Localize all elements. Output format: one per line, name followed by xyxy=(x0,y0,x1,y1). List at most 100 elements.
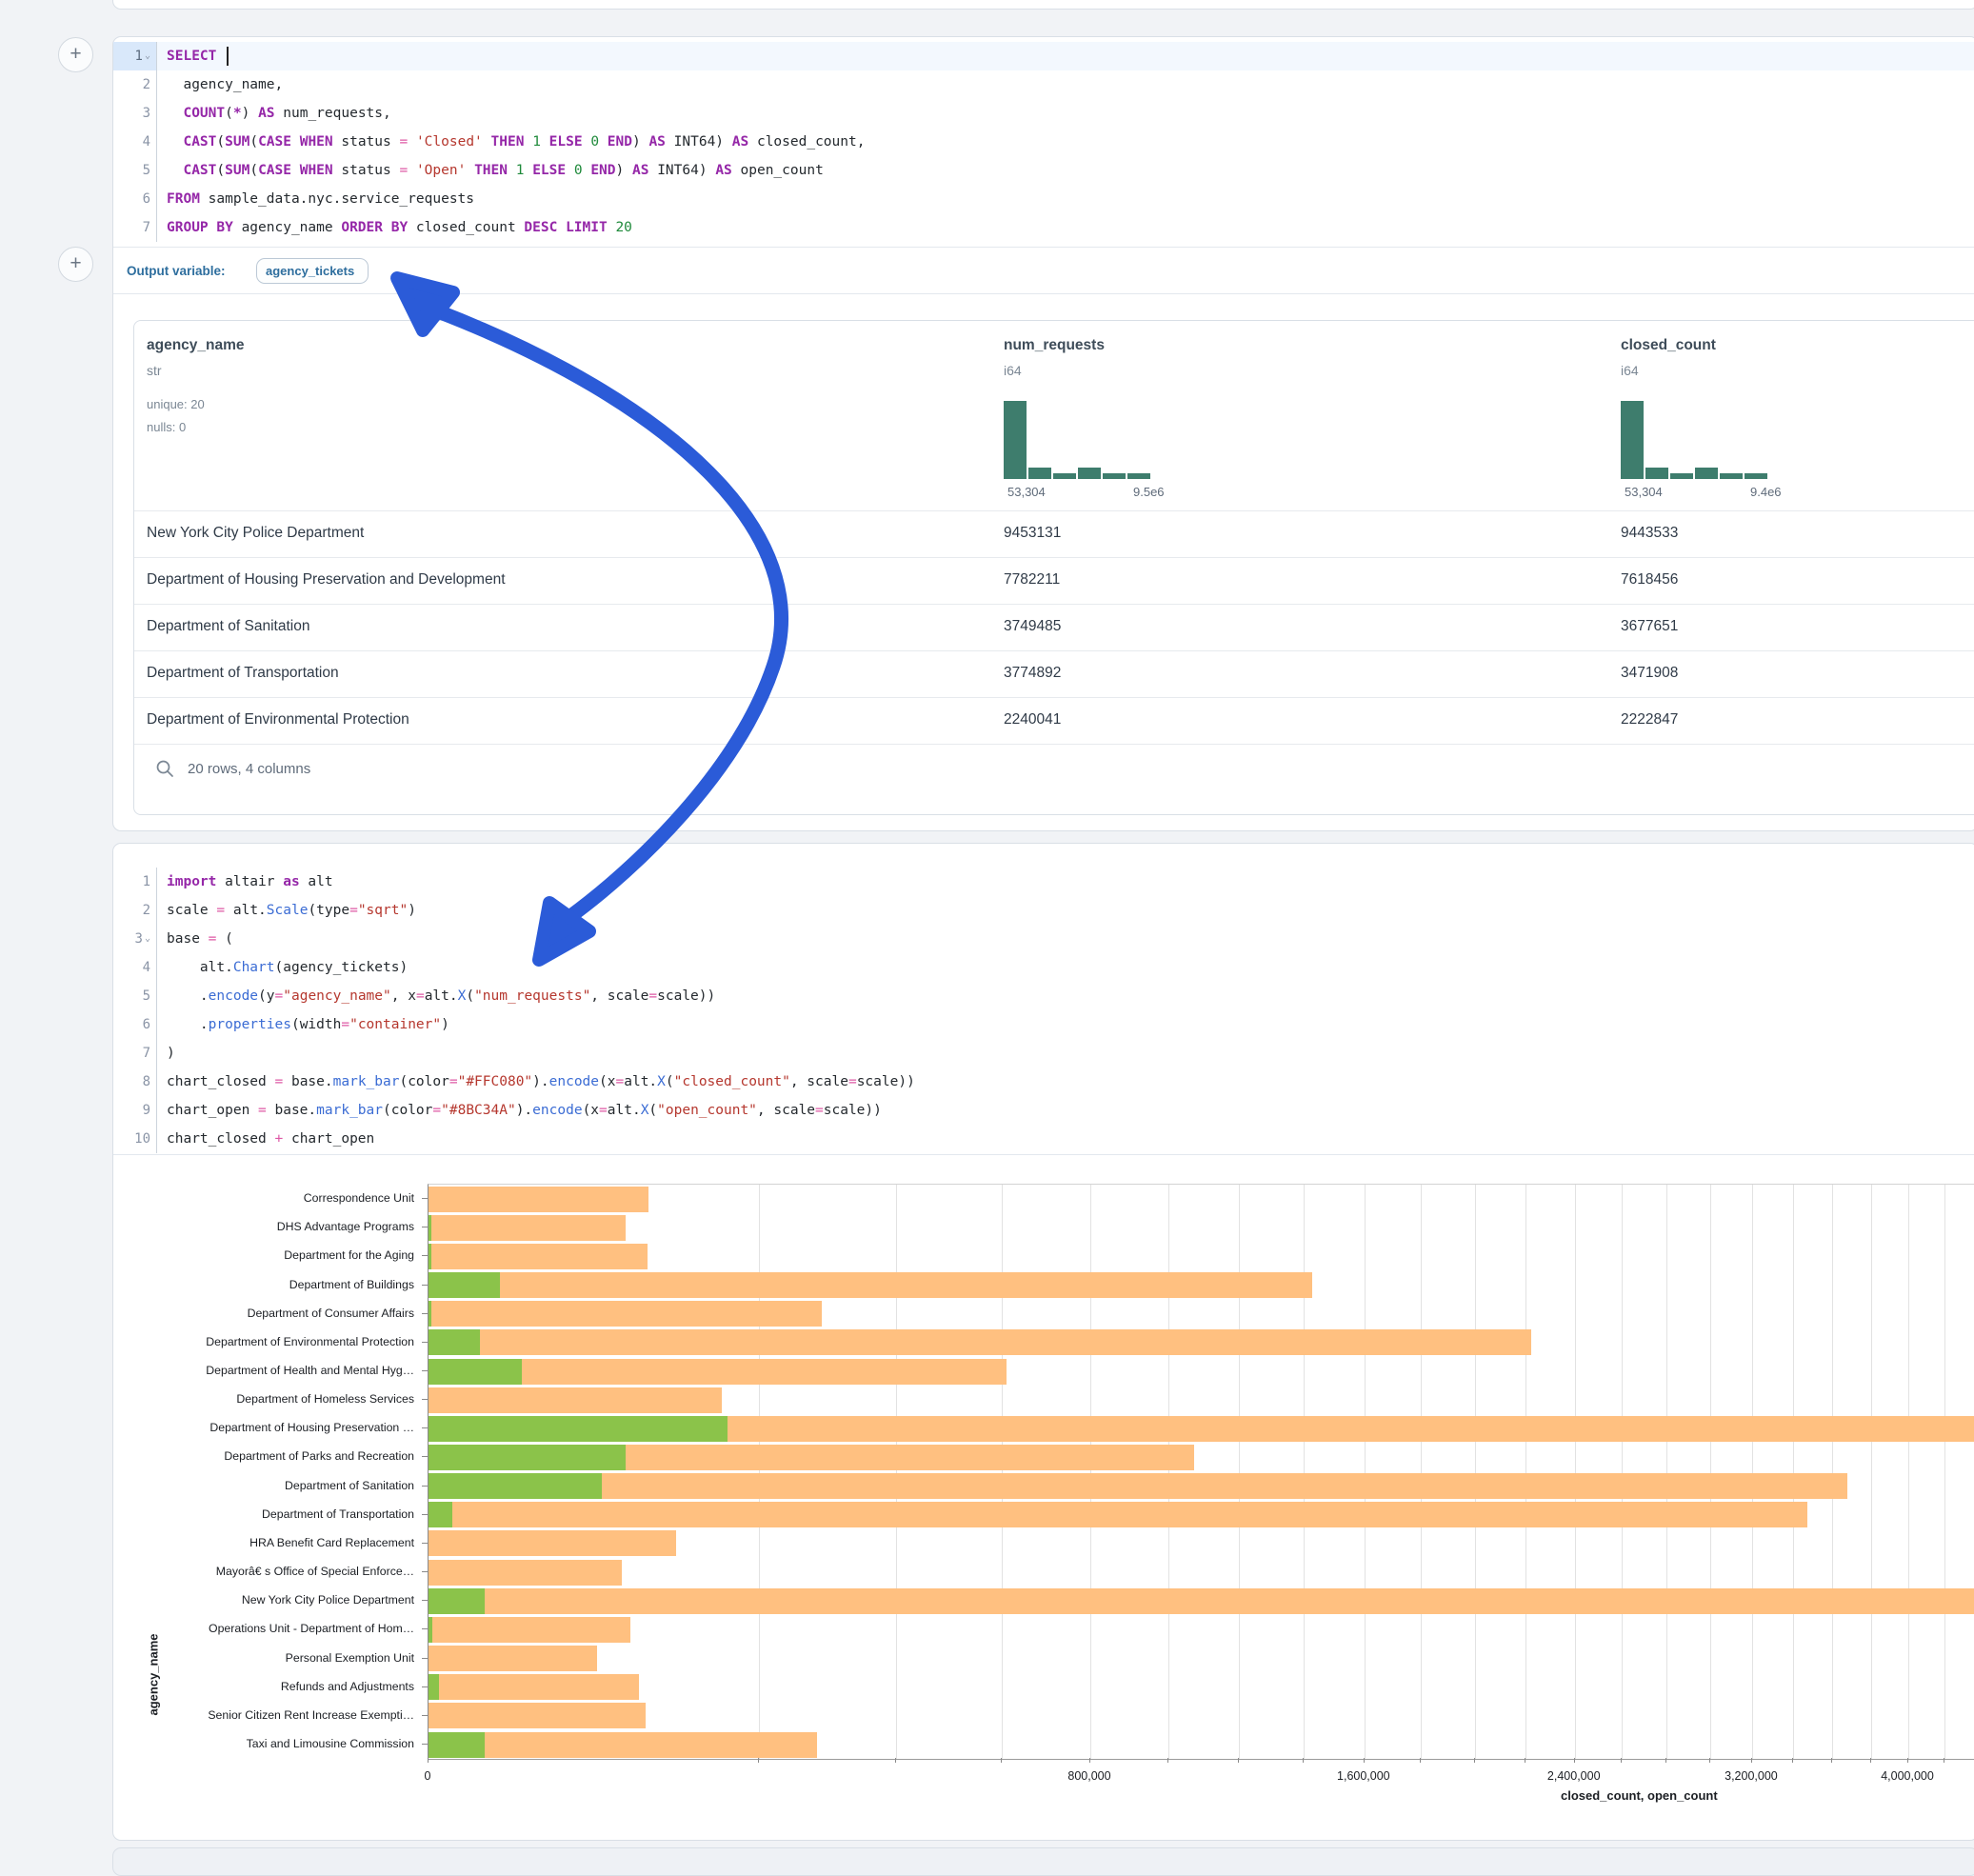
closed_count-bar[interactable] xyxy=(429,1617,630,1643)
search-icon[interactable] xyxy=(155,759,174,778)
code-line[interactable]: 3⌄base = ( xyxy=(113,925,1974,953)
y-tick xyxy=(422,1628,428,1629)
open_count-bar[interactable] xyxy=(429,1502,452,1527)
closed_count-bar[interactable] xyxy=(429,1530,676,1556)
code-text[interactable]: CAST(SUM(CASE WHEN status = 'Open' THEN … xyxy=(157,156,1974,185)
open_count-bar[interactable] xyxy=(429,1588,485,1614)
code-text[interactable]: SELECT xyxy=(157,42,1974,70)
code-line[interactable]: 6FROM sample_data.nyc.service_requests xyxy=(113,185,1974,213)
code-line[interactable]: 5 CAST(SUM(CASE WHEN status = 'Open' THE… xyxy=(113,156,1974,185)
code-line[interactable]: 6 .properties(width="container") xyxy=(113,1010,1974,1039)
code-line[interactable]: 9chart_open = base.mark_bar(color="#8BC3… xyxy=(113,1096,1974,1125)
code-text[interactable]: chart_closed + chart_open xyxy=(157,1125,1974,1153)
open_count-bar[interactable] xyxy=(429,1215,431,1241)
code-text[interactable]: agency_name, xyxy=(157,70,1974,99)
closed_count-bar[interactable] xyxy=(429,1588,1974,1614)
code-line[interactable]: 2scale = alt.Scale(type="sqrt") xyxy=(113,896,1974,925)
table-cell[interactable]: New York City Police Department xyxy=(147,525,364,542)
table-cell[interactable]: 9443533 xyxy=(1621,525,1678,542)
code-text[interactable]: base = ( xyxy=(157,925,1974,953)
code-line[interactable]: 7) xyxy=(113,1039,1974,1068)
code-text[interactable]: alt.Chart(agency_tickets) xyxy=(157,953,1974,982)
open_count-bar[interactable] xyxy=(429,1473,602,1499)
sql-code-editor[interactable]: 1⌄SELECT 2 agency_name,3 COUNT(*) AS num… xyxy=(113,42,1974,242)
table-cell[interactable]: 2222847 xyxy=(1621,711,1678,728)
closed_count-bar[interactable] xyxy=(429,1387,722,1413)
code-text[interactable]: GROUP BY agency_name ORDER BY closed_cou… xyxy=(157,213,1974,242)
code-line[interactable]: 5 .encode(y="agency_name", x=alt.X("num_… xyxy=(113,982,1974,1010)
code-text[interactable]: COUNT(*) AS num_requests, xyxy=(157,99,1974,128)
table-cell[interactable]: 9453131 xyxy=(1004,525,1061,542)
closed_count-bar[interactable] xyxy=(429,1703,646,1728)
y-axis-label: Operations Unit - Department of Hom… xyxy=(209,1622,414,1635)
code-line[interactable]: 1⌄SELECT xyxy=(113,42,1974,70)
open_count-bar[interactable] xyxy=(429,1674,439,1700)
open_count-bar[interactable] xyxy=(429,1445,626,1470)
open_count-bar[interactable] xyxy=(429,1416,728,1442)
open_count-bar[interactable] xyxy=(429,1359,522,1385)
gridline xyxy=(1365,1185,1366,1759)
closed_count-bar[interactable] xyxy=(429,1732,817,1758)
code-line[interactable]: 1import altair as alt xyxy=(113,868,1974,896)
add-cell-button-mid[interactable]: + xyxy=(58,247,93,282)
closed_count-bar[interactable] xyxy=(429,1646,597,1671)
code-line[interactable]: 10chart_closed + chart_open xyxy=(113,1125,1974,1153)
table-cell[interactable]: Department of Environmental Protection xyxy=(147,711,409,728)
open_count-bar[interactable] xyxy=(429,1272,500,1298)
code-text[interactable]: scale = alt.Scale(type="sqrt") xyxy=(157,896,1974,925)
add-cell-button-top[interactable]: + xyxy=(58,37,93,72)
collapse-chevron-icon[interactable]: ⌄ xyxy=(145,50,150,61)
open_count-bar[interactable] xyxy=(429,1244,431,1269)
code-line[interactable]: 8chart_closed = base.mark_bar(color="#FF… xyxy=(113,1068,1974,1096)
code-text[interactable]: import altair as alt xyxy=(157,868,1974,896)
closed_count-bar[interactable] xyxy=(429,1272,1312,1298)
open_count-bar[interactable] xyxy=(429,1732,485,1758)
open_count-bar[interactable] xyxy=(429,1301,431,1327)
closed_count-bar[interactable] xyxy=(429,1329,1531,1355)
code-text[interactable]: CAST(SUM(CASE WHEN status = 'Closed' THE… xyxy=(157,128,1974,156)
table-cell[interactable]: 3749485 xyxy=(1004,618,1061,635)
table-cell[interactable]: 3677651 xyxy=(1621,618,1678,635)
table-cell[interactable]: 2240041 xyxy=(1004,711,1061,728)
closed_count-bar[interactable] xyxy=(429,1560,622,1586)
y-axis-labels: Correspondence UnitDHS Advantage Program… xyxy=(113,1184,428,1758)
output-variable-pill[interactable]: agency_tickets xyxy=(256,258,369,284)
closed_count-bar[interactable] xyxy=(429,1502,1807,1527)
code-text[interactable]: FROM sample_data.nyc.service_requests xyxy=(157,185,1974,213)
closed_count-bar[interactable] xyxy=(429,1473,1847,1499)
code-line[interactable]: 4 CAST(SUM(CASE WHEN status = 'Closed' T… xyxy=(113,128,1974,156)
closed_count-bar[interactable] xyxy=(429,1244,648,1269)
code-line[interactable]: 4 alt.Chart(agency_tickets) xyxy=(113,953,1974,982)
code-text[interactable]: .properties(width="container") xyxy=(157,1010,1974,1039)
collapse-chevron-icon[interactable]: ⌄ xyxy=(145,933,150,944)
table-separator xyxy=(134,604,1974,605)
table-cell[interactable]: 7618456 xyxy=(1621,571,1678,589)
table-cell[interactable]: 3774892 xyxy=(1004,665,1061,682)
closed_count-bar[interactable] xyxy=(429,1674,639,1700)
code-text[interactable]: chart_closed = base.mark_bar(color="#FFC… xyxy=(157,1068,1974,1096)
closed_count-bar[interactable] xyxy=(429,1301,822,1327)
column-header[interactable]: closed_count xyxy=(1621,337,1716,354)
text-caret xyxy=(227,47,229,66)
code-line[interactable]: 7GROUP BY agency_name ORDER BY closed_co… xyxy=(113,213,1974,242)
closed_count-bar[interactable] xyxy=(429,1215,626,1241)
code-text[interactable]: ) xyxy=(157,1039,1974,1068)
open_count-bar[interactable] xyxy=(429,1329,480,1355)
closed_count-bar[interactable] xyxy=(429,1187,648,1212)
y-axis-label: Department of Buildings xyxy=(289,1278,414,1291)
open_count-bar[interactable] xyxy=(429,1617,432,1643)
python-code-editor[interactable]: 1import altair as alt2scale = alt.Scale(… xyxy=(113,868,1974,1153)
column-header[interactable]: agency_name xyxy=(147,337,245,354)
code-text[interactable]: .encode(y="agency_name", x=alt.X("num_re… xyxy=(157,982,1974,1010)
table-cell[interactable]: Department of Transportation xyxy=(147,665,339,682)
x-tick xyxy=(1001,1758,1002,1763)
code-line[interactable]: 2 agency_name, xyxy=(113,70,1974,99)
code-text[interactable]: chart_open = base.mark_bar(color="#8BC34… xyxy=(157,1096,1974,1125)
table-cell[interactable]: 7782211 xyxy=(1004,571,1060,589)
gridline xyxy=(1168,1185,1169,1759)
column-header[interactable]: num_requests xyxy=(1004,337,1105,354)
table-cell[interactable]: 3471908 xyxy=(1621,665,1678,682)
table-cell[interactable]: Department of Housing Preservation and D… xyxy=(147,571,506,589)
code-line[interactable]: 3 COUNT(*) AS num_requests, xyxy=(113,99,1974,128)
table-cell[interactable]: Department of Sanitation xyxy=(147,618,309,635)
